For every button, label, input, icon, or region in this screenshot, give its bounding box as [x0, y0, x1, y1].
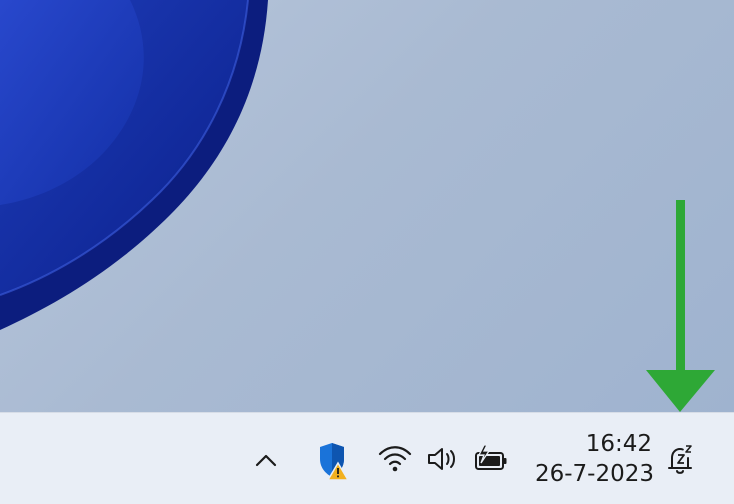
- windows-security-warning-icon: [320, 443, 350, 481]
- wifi-icon: [378, 446, 412, 472]
- taskbar-clock[interactable]: 16:42 26-7-2023: [528, 429, 654, 491]
- clock-date: 26-7-2023: [534, 461, 654, 487]
- green-down-arrow-icon: [646, 200, 715, 412]
- network-button[interactable]: [376, 441, 414, 477]
- chevron-up-icon: [255, 454, 277, 467]
- screen: 16:42 26-7-2023: [0, 0, 734, 504]
- volume-button[interactable]: [424, 441, 462, 477]
- battery-button[interactable]: [470, 439, 510, 479]
- taskbar: 16:42 26-7-2023: [0, 412, 734, 504]
- clock-time: 16:42: [585, 431, 652, 457]
- notifications-button[interactable]: [660, 439, 702, 481]
- speaker-icon: [428, 448, 455, 470]
- battery-charging-icon: [475, 444, 507, 470]
- desktop[interactable]: [0, 0, 734, 412]
- show-hidden-icons-button[interactable]: [250, 443, 282, 477]
- windows-security-button[interactable]: [312, 441, 352, 481]
- bell-snooze-icon: [668, 445, 692, 474]
